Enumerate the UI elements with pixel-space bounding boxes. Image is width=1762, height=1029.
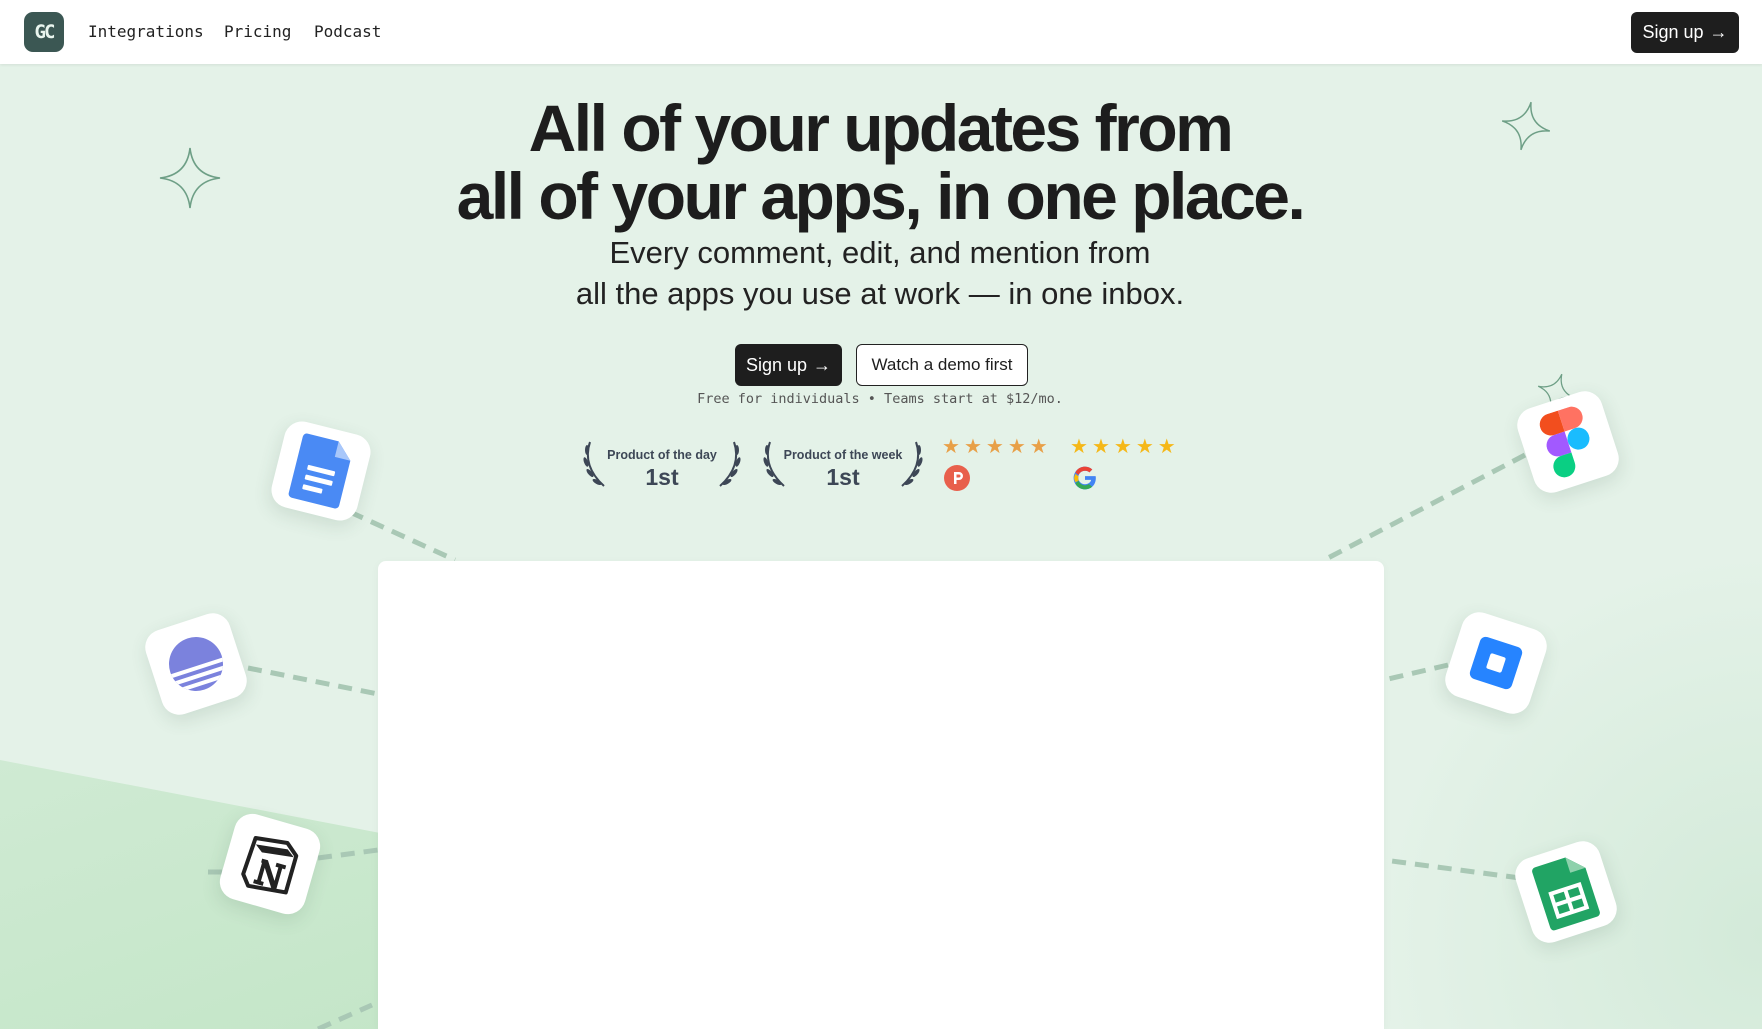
star-icon: ★ xyxy=(1007,436,1026,458)
star-icon: ★ xyxy=(1070,436,1088,458)
star-icon: ★ xyxy=(1157,436,1176,458)
star-icon: ★ xyxy=(1029,436,1048,458)
product-hunt-rating: ★ ★ ★ ★ ★ xyxy=(942,437,1048,457)
hero-subtitle: Every comment, edit, and mention from al… xyxy=(430,232,1330,314)
google-sheets-icon xyxy=(1532,857,1600,931)
star-icon: ★ xyxy=(1091,436,1110,458)
top-navigation-bar: GC Integrations Pricing Podcast Sign up … xyxy=(0,0,1762,64)
nav-podcast[interactable]: Podcast xyxy=(314,22,381,41)
hero-subtitle-line-1: Every comment, edit, and mention from xyxy=(609,235,1151,270)
hero-signup-button[interactable]: Sign up → xyxy=(735,344,842,386)
logo[interactable]: GC xyxy=(24,12,64,52)
hero-title-line-1: All of your updates from xyxy=(528,91,1234,165)
award-product-of-the-week: Product of the week 1st xyxy=(760,436,926,492)
award-product-of-the-day: Product of the day 1st xyxy=(580,436,744,492)
sparkle-icon xyxy=(1501,101,1551,151)
hero-title-line-2: all of your apps, in one place. xyxy=(456,159,1306,233)
figma-icon xyxy=(1539,406,1590,478)
award-rank: 1st xyxy=(645,464,679,490)
hero-subtitle-line-2: all the apps you use at work — in one in… xyxy=(575,276,1185,311)
star-icon: ★ xyxy=(985,436,1004,458)
star-icon: ★ xyxy=(963,436,982,458)
google-rating: ★ ★ ★ ★ ★ xyxy=(1070,437,1176,457)
hero-signup-label: Sign up xyxy=(745,354,808,375)
header-signup-label: Sign up xyxy=(1642,22,1704,42)
award-label: Product of the day xyxy=(607,448,717,462)
product-hunt-icon[interactable] xyxy=(944,465,970,491)
star-icon: ★ xyxy=(1135,436,1154,458)
google-docs-icon xyxy=(288,433,351,509)
notion-icon xyxy=(241,836,299,895)
star-icon: ★ xyxy=(942,436,960,458)
arrow-right-icon: → xyxy=(1709,22,1728,42)
header-signup-button[interactable]: Sign up → xyxy=(1631,12,1739,53)
award-rank: 1st xyxy=(826,464,860,490)
arrow-right-icon: → xyxy=(813,354,832,375)
award-label: Product of the week xyxy=(783,448,903,462)
hero-title: All of your updates from all of your app… xyxy=(380,94,1380,230)
jira-icon xyxy=(1469,636,1523,690)
nav-pricing[interactable]: Pricing xyxy=(224,22,291,41)
sparkle-icon xyxy=(159,147,221,209)
watch-demo-button[interactable]: Watch a demo first xyxy=(856,344,1028,386)
nav-integrations[interactable]: Integrations xyxy=(88,22,204,41)
pricing-note: Free for individuals • Teams start at $1… xyxy=(697,391,1063,407)
product-preview-panel xyxy=(378,561,1384,1029)
star-icon: ★ xyxy=(1113,436,1132,458)
linear-icon xyxy=(161,629,231,699)
google-icon[interactable] xyxy=(1072,465,1098,491)
